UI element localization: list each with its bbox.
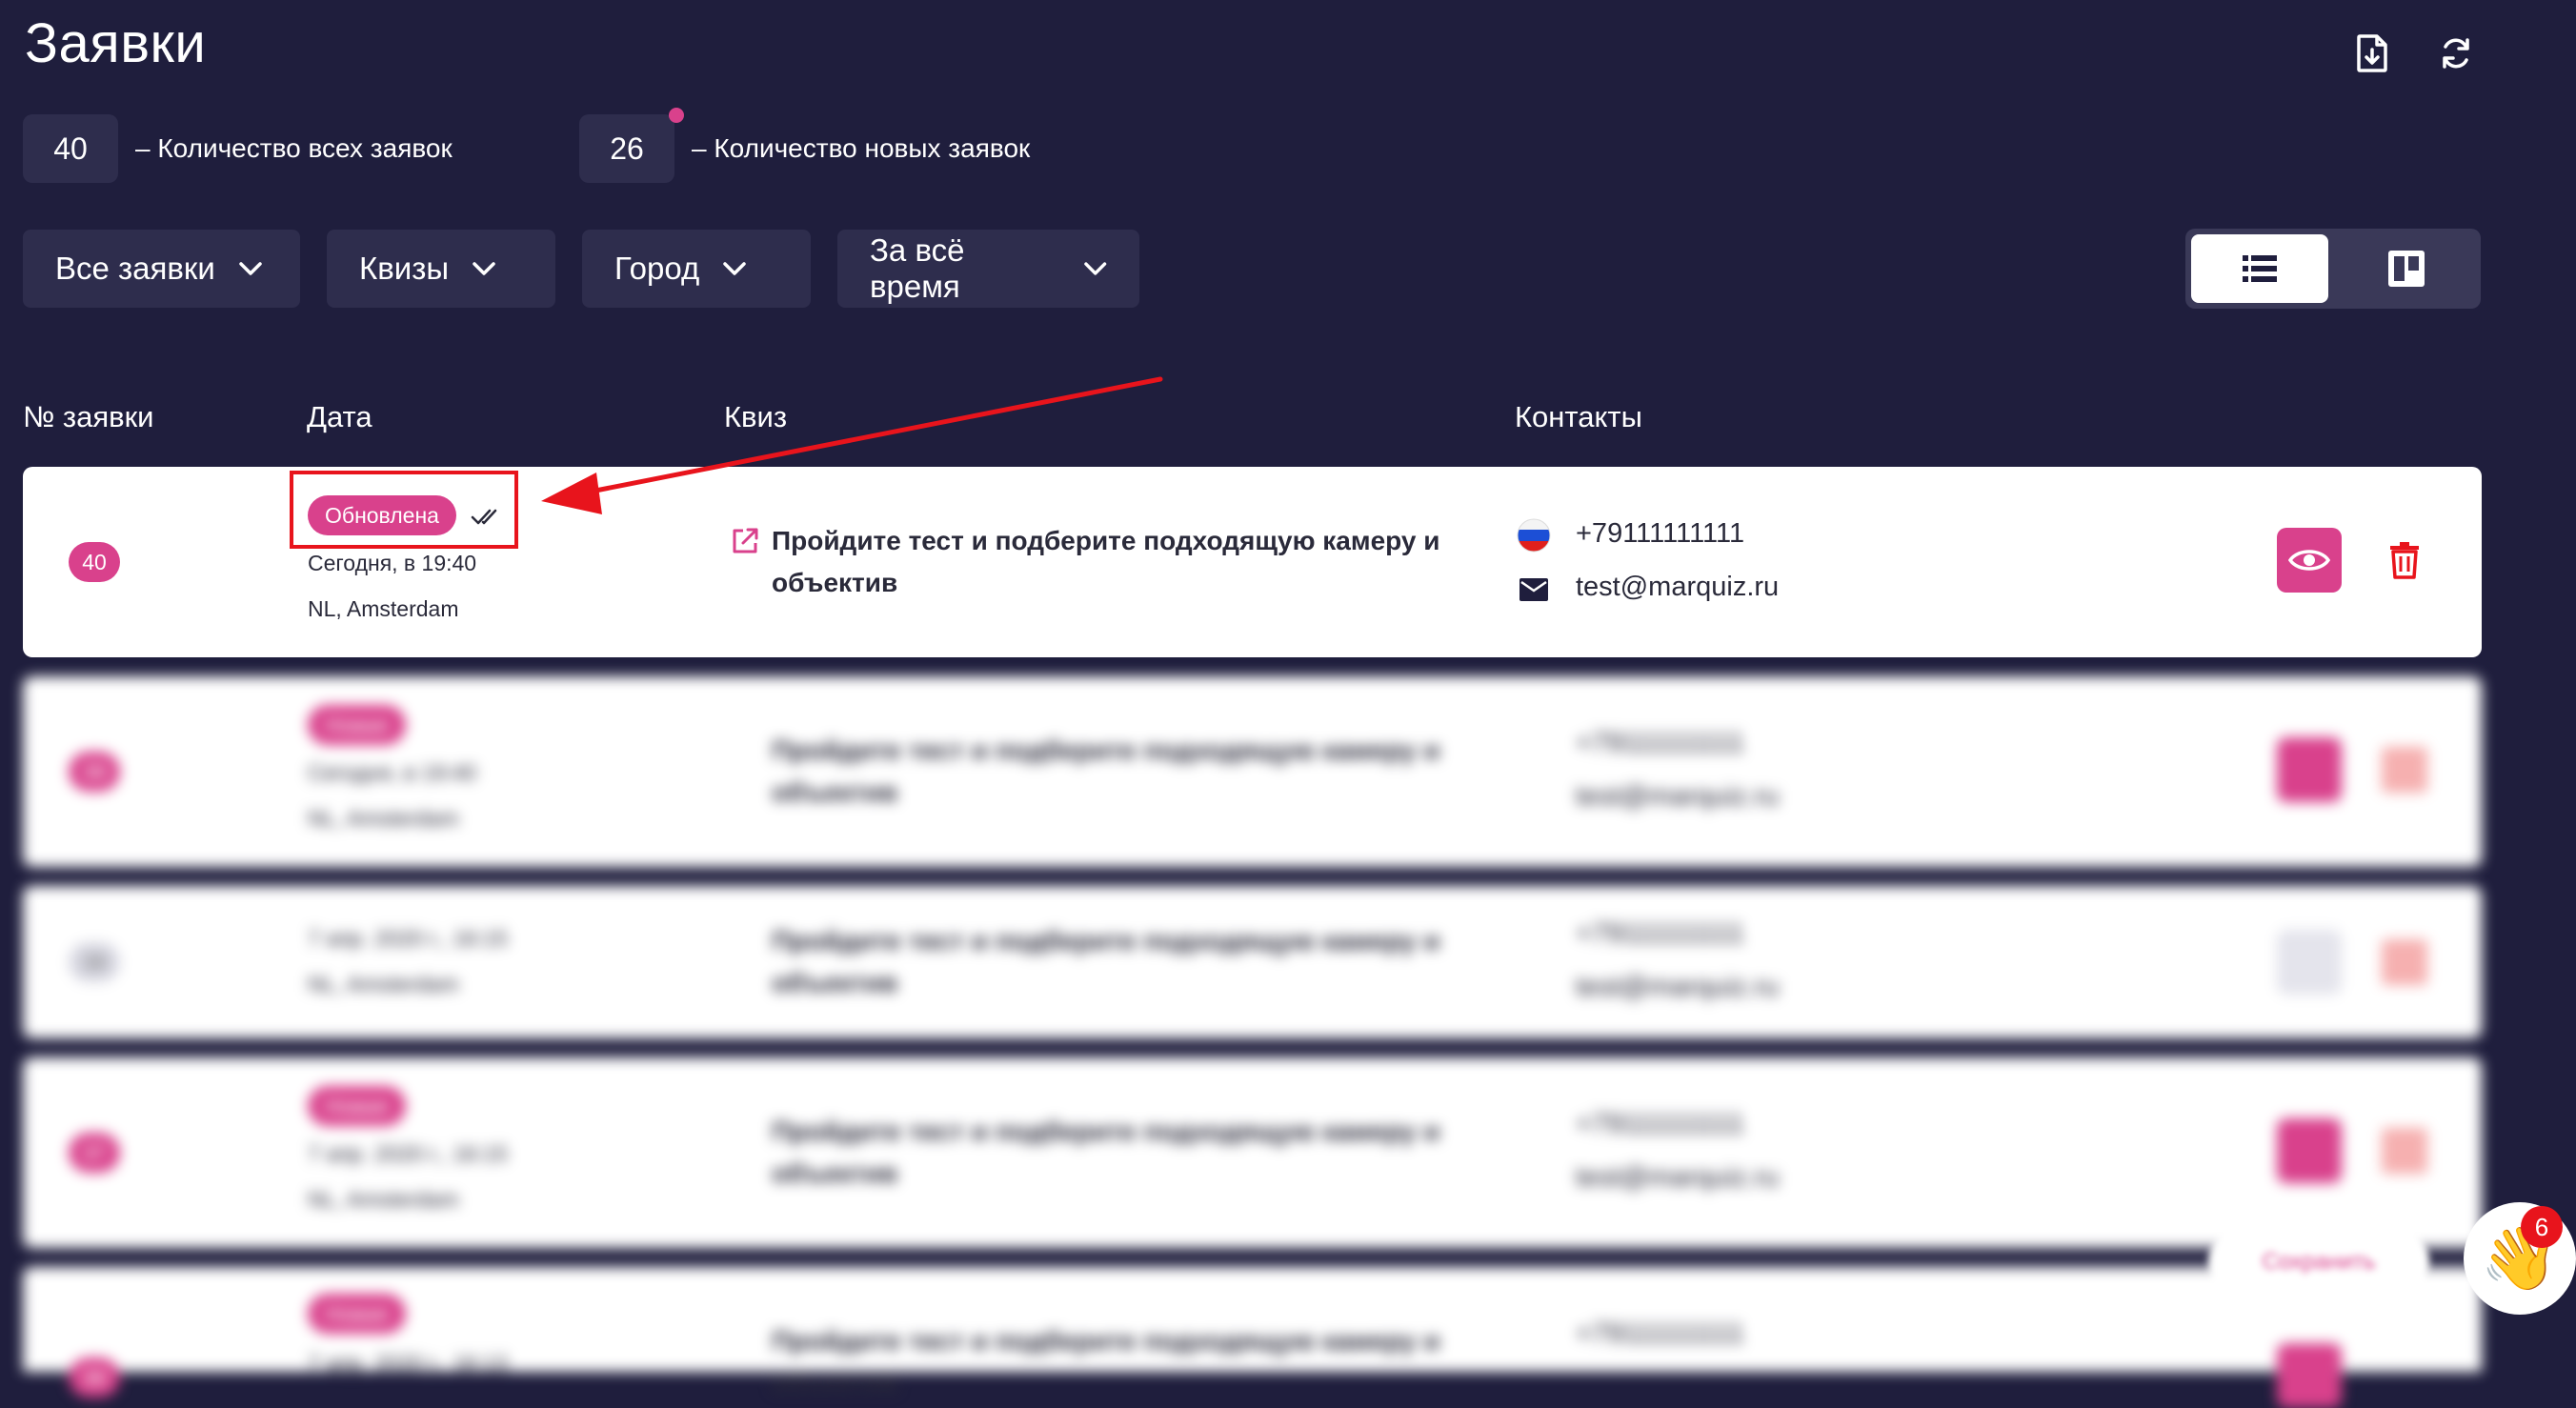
trash-icon — [2390, 542, 2419, 579]
contact-phone[interactable]: +79111111111 — [1576, 1109, 1744, 1140]
lead-date: 7 апр. 2020 г., 16:15 — [308, 1141, 508, 1166]
lead-number-badge: 36 — [69, 1358, 120, 1398]
view-lead-button[interactable] — [2277, 1118, 2342, 1183]
quiz-title[interactable]: Пройдите тест и подберите подходящую кам… — [772, 1320, 1458, 1404]
export-button[interactable] — [2345, 27, 2399, 80]
file-download-icon — [2357, 34, 2387, 72]
lead-location: NL, Amsterdam — [308, 806, 459, 831]
contact-phone[interactable]: +79111111111 — [1576, 728, 1744, 759]
lead-number-badge: 40 — [69, 542, 120, 582]
new-leads-count: 26 — [579, 114, 674, 183]
quiz-title[interactable]: Пройдите тест и подберите подходящую кам… — [772, 520, 1458, 604]
delete-lead-button[interactable] — [2382, 747, 2427, 793]
chevron-down-icon — [1083, 262, 1106, 275]
column-header-number: № заявки — [23, 400, 154, 433]
total-leads-label: – Количество всех заявок — [135, 133, 453, 163]
kanban-view-icon — [2388, 251, 2425, 287]
list-view-button[interactable] — [2191, 234, 2328, 303]
new-leads-dot — [669, 108, 684, 123]
table-row[interactable]: 37 Новая 7 апр. 2020 г., 16:15 NL, Amste… — [23, 1057, 2482, 1248]
filter-period[interactable]: За всё время — [837, 230, 1139, 308]
filter-label: Квизы — [359, 251, 450, 286]
lead-number-badge: 37 — [69, 1133, 120, 1173]
envelope-icon — [1519, 578, 1548, 601]
lead-date: 7 апр. 2020 г., 16:15 — [308, 926, 508, 951]
status-badge: Новая — [308, 705, 406, 745]
filter-label: Город — [614, 251, 700, 286]
save-button[interactable]: Сохранить — [2208, 1223, 2429, 1301]
lead-location: NL, Amsterdam — [308, 972, 459, 996]
refresh-button[interactable] — [2429, 27, 2483, 80]
column-header-quiz: Квиз — [724, 400, 788, 433]
filter-quizzes[interactable]: Квизы — [327, 230, 555, 308]
lead-date: Сегодня, в 19:40 — [308, 551, 477, 575]
column-header-date: Дата — [307, 400, 372, 433]
annotation-highlight-box — [290, 471, 518, 549]
contact-phone[interactable]: +79111111111 — [1576, 518, 1744, 550]
view-lead-button[interactable] — [2277, 737, 2342, 802]
quiz-title[interactable]: Пройдите тест и подберите подходящую кам… — [772, 920, 1458, 1004]
table-row[interactable]: 39 Новая Сегодня, в 19:40 NL, Amsterdam … — [23, 676, 2482, 867]
new-leads-label: – Количество новых заявок — [692, 133, 1031, 163]
delete-lead-button[interactable] — [2382, 1128, 2427, 1174]
chevron-down-icon — [239, 262, 262, 275]
quiz-title[interactable]: Пройдите тест и подберите подходящую кам… — [772, 1111, 1458, 1195]
contact-email[interactable]: test@marquiz.ru — [1576, 572, 1779, 603]
total-leads-count: 40 — [23, 114, 118, 183]
list-view-icon — [2243, 255, 2277, 282]
contact-email[interactable]: test@marquiz.ru — [1576, 781, 1779, 813]
contact-email[interactable]: test@marquiz.ru — [1576, 1162, 1779, 1194]
filter-label: Все заявки — [55, 251, 215, 286]
chevron-down-icon — [723, 262, 747, 275]
lead-location: NL, Amsterdam — [308, 1187, 459, 1212]
contact-phone[interactable]: +79111111111 — [1576, 1318, 1744, 1350]
view-lead-button[interactable] — [2277, 1343, 2342, 1408]
lead-location: NL, Amsterdam — [308, 596, 459, 621]
filter-city[interactable]: Город — [582, 230, 811, 308]
table-row[interactable]: 36 Новая 7 апр. 2020 г., 16:13 Пройдите … — [23, 1267, 2482, 1408]
delete-lead-button[interactable] — [2382, 537, 2427, 583]
lead-number-badge: 39 — [69, 752, 120, 792]
view-lead-button[interactable] — [2277, 930, 2342, 995]
russia-flag-icon — [1517, 518, 1551, 553]
lead-date: 7 апр. 2020 г., 16:13 — [308, 1351, 508, 1376]
filter-label: За всё время — [870, 232, 965, 304]
contact-email[interactable]: test@marquiz.ru — [1576, 972, 1779, 1003]
page-title: Заявки — [25, 12, 207, 74]
contact-phone[interactable]: +79111111111 — [1576, 918, 1744, 950]
lead-date: Сегодня, в 19:40 — [308, 760, 477, 785]
delete-lead-button[interactable] — [2382, 939, 2427, 985]
column-header-contacts: Контакты — [1515, 400, 1642, 433]
chevron-down-icon — [473, 262, 495, 275]
external-link-icon[interactable] — [730, 526, 760, 556]
refresh-icon — [2443, 38, 2469, 69]
chat-notification-badge: 6 — [2521, 1206, 2563, 1248]
table-row[interactable]: 38 7 апр. 2020 г., 16:15 NL, Amsterdam П… — [23, 886, 2482, 1038]
kanban-view-button[interactable] — [2338, 234, 2475, 303]
status-badge: Новая — [308, 1294, 406, 1334]
eye-icon — [2288, 550, 2330, 571]
status-badge: Новая — [308, 1086, 406, 1126]
filter-all-leads[interactable]: Все заявки — [23, 230, 300, 308]
quiz-title[interactable]: Пройдите тест и подберите подходящую кам… — [772, 730, 1458, 814]
view-lead-button[interactable] — [2277, 528, 2342, 593]
lead-number-badge: 38 — [69, 942, 120, 982]
view-toggle — [2185, 229, 2481, 309]
